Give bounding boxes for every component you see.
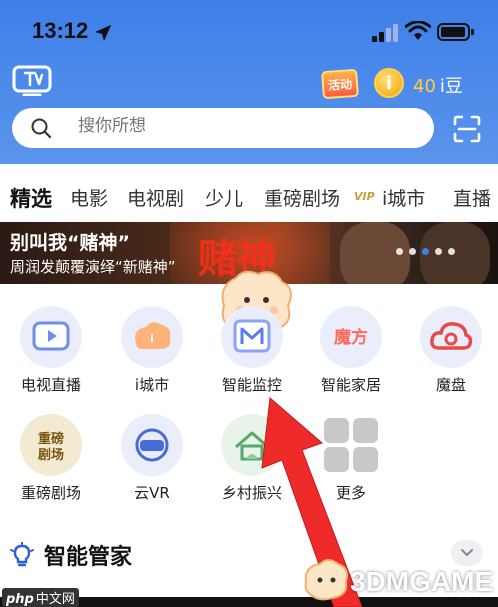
svg-text:魔方: 魔方 — [334, 327, 368, 348]
banner-pagination — [396, 248, 455, 255]
php-watermark: php 中文网 — [2, 588, 79, 607]
tab-tv-series[interactable]: 电视剧 — [127, 184, 184, 211]
cloud-disk-icon — [420, 306, 482, 368]
search-input[interactable] — [78, 116, 378, 136]
banner-dot[interactable] — [435, 248, 442, 255]
tv-icon[interactable] — [12, 64, 52, 96]
village-icon — [221, 414, 283, 476]
wifi-icon — [405, 21, 431, 40]
grid-item-smart-home[interactable]: 魔方 智能家居 — [305, 306, 395, 416]
grid-item-label: 重磅剧场 — [20, 484, 81, 502]
location-arrow-icon — [94, 24, 112, 42]
activity-badge[interactable]: 活动 — [321, 68, 359, 100]
grid-item-theater[interactable]: 重磅 剧场 重磅剧场 — [5, 414, 95, 524]
coin-unit: i豆 — [439, 76, 463, 97]
grid-item-label: 智能家居 — [320, 376, 381, 394]
grid-item-vr[interactable]: 云VR — [106, 414, 196, 524]
grid-item-tv-live[interactable]: 电视直播 — [5, 306, 95, 416]
tab-icity[interactable]: i城市 — [382, 184, 425, 211]
php-watermark-cn: 中文网 — [35, 592, 75, 607]
tab-featured[interactable]: 精选 — [10, 183, 52, 213]
chevron-down-icon — [461, 549, 473, 557]
status-time: 13:12 — [32, 18, 89, 43]
status-bar: 13:12 — [0, 0, 498, 60]
tab-theater[interactable]: 重磅剧场 — [264, 184, 340, 211]
coin-balance[interactable]: 40 i豆 — [413, 72, 463, 98]
grid-item-icity[interactable]: i i城市 — [106, 306, 196, 416]
tab-kids[interactable]: 少儿 — [205, 184, 243, 211]
grid-item-label: i城市 — [134, 376, 170, 394]
grid-item-label: 云VR — [134, 484, 170, 502]
monitor-icon — [221, 306, 283, 368]
search-icon — [31, 118, 52, 139]
top-header: 13:12 活动 i 40 i豆 — [0, 0, 498, 164]
grid-item-label: 电视直播 — [20, 376, 81, 394]
grid-item-label: 乡村振兴 — [221, 484, 282, 502]
grid-item-village[interactable]: 乡村振兴 — [206, 414, 296, 524]
tab-movies[interactable]: 电影 — [70, 184, 108, 211]
svg-text:i: i — [150, 332, 154, 345]
more-icon — [320, 414, 382, 476]
vr-icon — [121, 414, 183, 476]
grid-item-label: 智能监控 — [221, 376, 282, 394]
signal-icon — [372, 24, 398, 42]
banner-dot[interactable] — [396, 248, 403, 255]
section-title: 智能管家 — [44, 545, 133, 570]
icity-icon: i — [121, 306, 183, 368]
theater-icon: 重磅 剧场 — [20, 414, 82, 476]
banner-dot[interactable] — [409, 248, 416, 255]
tab-live[interactable]: 直播 — [453, 184, 491, 211]
svg-text:重磅: 重磅 — [38, 431, 64, 447]
scan-icon[interactable] — [452, 114, 482, 144]
banner-dot-active[interactable] — [422, 248, 429, 255]
coin-icon[interactable]: i — [374, 68, 404, 98]
search-bar[interactable] — [12, 108, 434, 148]
php-watermark-text: php — [6, 592, 34, 607]
tv-live-icon — [20, 306, 82, 368]
vip-tag: VIP — [354, 190, 375, 203]
grid-item-label: 魔盘 — [435, 376, 466, 394]
category-tabs: 精选 电影 电视剧 少儿 重磅剧场 VIP i城市 直播 — [0, 172, 498, 222]
lightbulb-icon — [10, 542, 34, 567]
3dm-logo-icon — [304, 559, 348, 601]
smart-home-icon: 魔方 — [320, 306, 382, 368]
svg-text:剧场: 剧场 — [38, 447, 64, 463]
grid-item-label: 更多 — [335, 484, 366, 502]
battery-icon — [437, 23, 474, 41]
grid-item-cloud-disk[interactable]: 魔盘 — [405, 306, 495, 416]
expand-button[interactable] — [451, 540, 483, 566]
banner-dot[interactable] — [448, 248, 455, 255]
banner-title: 别叫我“赌神” — [10, 232, 130, 254]
banner-subtitle: 周润发颠覆演绎“新赌神” — [10, 258, 176, 276]
grid-item-monitor[interactable]: 智能监控 — [206, 306, 296, 416]
3dm-watermark: 3DMGAME — [350, 566, 494, 597]
coin-count-value: 40 — [413, 76, 436, 97]
grid-item-more[interactable]: 更多 — [305, 414, 395, 524]
